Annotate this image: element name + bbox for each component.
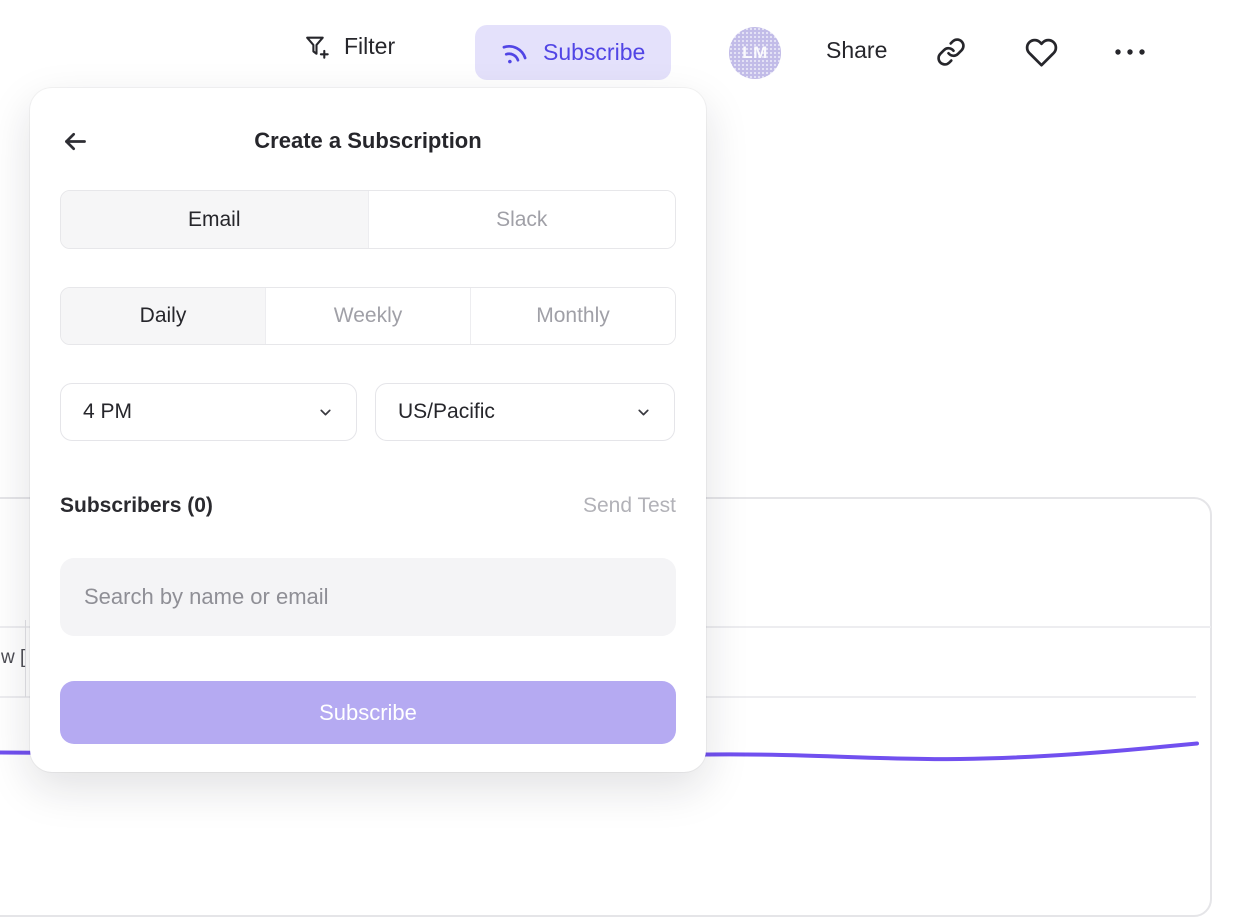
chevron-down-icon [317,404,334,421]
timezone-select-value: US/Pacific [398,400,495,424]
link-icon [936,37,966,67]
avatar-initials: LM [742,43,768,63]
subscriber-search [60,558,676,636]
filter-label: Filter [344,33,395,60]
subscribe-submit-button[interactable]: Subscribe [60,681,676,744]
more-options-button[interactable] [1112,46,1148,58]
time-select[interactable]: 4 PM [60,383,357,441]
subscribe-toolbar-button[interactable]: Subscribe [475,25,671,80]
tab-monthly[interactable]: Monthly [470,288,675,344]
subscribers-count-label: Subscribers (0) [60,494,213,518]
rss-icon [497,35,531,69]
favorite-button[interactable] [1025,36,1058,69]
subscribe-label: Subscribe [543,39,645,66]
avatar[interactable]: LM [729,27,781,79]
dialog-title: Create a Subscription [30,128,706,154]
tab-email[interactable]: Email [61,191,368,248]
share-button[interactable]: Share [826,37,887,64]
clipped-background-text: w [ [1,647,25,669]
create-subscription-dialog: Create a Subscription Email Slack Daily … [30,88,706,772]
channel-tab-group: Email Slack [60,190,676,249]
send-test-button[interactable]: Send Test [583,494,676,518]
tab-weekly[interactable]: Weekly [265,288,470,344]
copy-link-button[interactable] [936,37,966,67]
subscriber-search-input[interactable] [60,558,676,636]
time-select-value: 4 PM [83,400,132,424]
chevron-down-icon [635,404,652,421]
subscribers-row: Subscribers (0) Send Test [60,494,676,518]
filter-button[interactable]: Filter [303,33,395,60]
heart-icon [1025,36,1058,69]
tab-slack[interactable]: Slack [368,191,676,248]
tab-daily[interactable]: Daily [61,288,265,344]
share-label: Share [826,37,887,64]
ellipsis-icon [1112,46,1148,58]
frequency-tab-group: Daily Weekly Monthly [60,287,676,345]
timezone-select[interactable]: US/Pacific [375,383,675,441]
filter-plus-icon [303,33,330,60]
